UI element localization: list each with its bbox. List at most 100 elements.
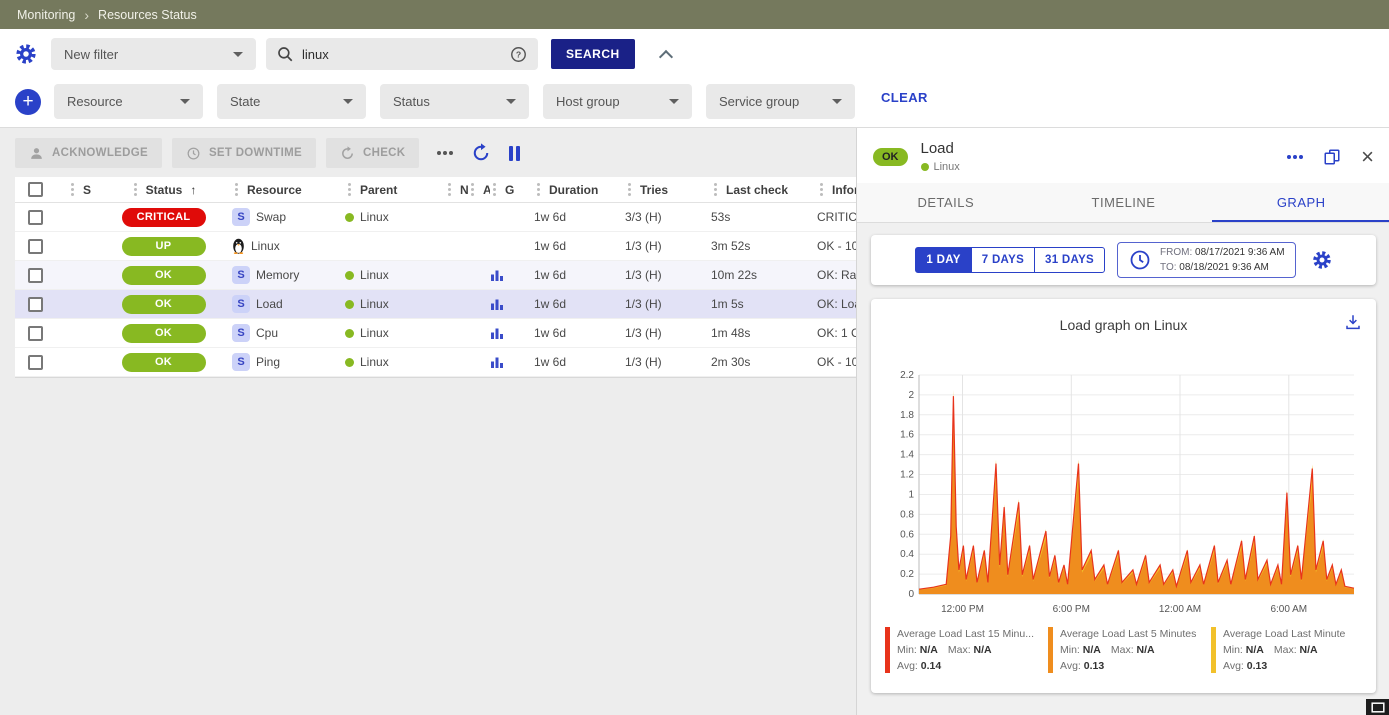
search-input[interactable] xyxy=(302,47,501,62)
drag-handle-icon[interactable] xyxy=(820,188,823,191)
resources-table: SStatus↑ResourceParentNAG Duration TriesLa… xyxy=(15,177,856,378)
max-label: Max: xyxy=(1274,644,1297,656)
filter-criteria-state[interactable]: State xyxy=(217,84,366,119)
column-header-n[interactable]: N xyxy=(445,183,468,197)
tab-graph[interactable]: GRAPH xyxy=(1212,183,1389,222)
drag-handle-icon[interactable] xyxy=(537,188,540,191)
sort-asc-icon[interactable]: ↑ xyxy=(190,183,196,197)
help-icon[interactable]: ? xyxy=(509,45,528,64)
panel-subtitle-label: Linux xyxy=(934,161,960,173)
column-header-s[interactable]: S xyxy=(55,183,105,197)
search-box[interactable]: ? xyxy=(266,38,538,70)
row-resource-cell[interactable]: SSwap xyxy=(222,208,335,226)
chevron-down-icon xyxy=(233,52,243,57)
row-resource-cell[interactable]: SMemory xyxy=(222,266,335,284)
panel-more-icon[interactable] xyxy=(1287,155,1291,159)
duration-value: 1w 6d xyxy=(534,326,566,340)
filter-settings-gear-icon[interactable] xyxy=(15,43,37,65)
drag-handle-icon[interactable] xyxy=(348,188,351,191)
graph-settings-gear-icon[interactable] xyxy=(1312,250,1332,270)
copy-link-icon[interactable] xyxy=(1323,148,1341,166)
filter-criteria-status[interactable]: Status xyxy=(380,84,529,119)
column-header-parent[interactable]: Parent xyxy=(335,183,445,197)
pause-autorefresh-icon[interactable] xyxy=(509,146,520,161)
duration-value: 1w 6d xyxy=(534,297,566,311)
status-badge[interactable]: OK xyxy=(122,266,206,285)
saved-filter-select[interactable]: New filter xyxy=(51,38,256,70)
status-badge[interactable]: OK xyxy=(122,324,206,343)
table-row[interactable]: CRITICALSSwapLinux1w 6d3/3 (H)53sCRITIC xyxy=(15,203,856,232)
toolbar-button-acknowledge[interactable]: ACKNOWLEDGE xyxy=(15,138,162,168)
download-graph-icon[interactable] xyxy=(1344,313,1362,331)
drag-handle-icon[interactable] xyxy=(493,188,496,191)
column-header-duration[interactable]: Duration xyxy=(520,183,615,197)
toolbar-button-check[interactable]: CHECK xyxy=(326,138,419,168)
svg-text:?: ? xyxy=(516,49,521,59)
range-button-1-day[interactable]: 1 DAY xyxy=(915,247,971,273)
legend-item-average-load-last-15-minu[interactable]: Average Load Last 15 Minu...Min: N/AMax:… xyxy=(885,627,1036,674)
tab-timeline[interactable]: TIMELINE xyxy=(1035,183,1213,222)
filter-criteria-host-group[interactable]: Host group xyxy=(543,84,692,119)
drag-handle-icon[interactable] xyxy=(628,188,631,191)
close-panel-icon[interactable]: × xyxy=(1361,148,1374,166)
drag-handle-icon[interactable] xyxy=(71,188,74,191)
row-checkbox[interactable] xyxy=(28,210,43,225)
status-badge[interactable]: UP xyxy=(122,237,206,256)
filter-criteria-resource[interactable]: Resource xyxy=(54,84,203,119)
table-row[interactable]: OKSCpuLinux1w 6d1/3 (H)1m 48sOK: 1 C xyxy=(15,319,856,348)
tab-details[interactable]: DETAILS xyxy=(857,183,1035,222)
drag-handle-icon[interactable] xyxy=(448,188,451,191)
legend-item-average-load-last-5-minutes[interactable]: Average Load Last 5 MinutesMin: N/AMax: … xyxy=(1048,627,1199,674)
row-checkbox[interactable] xyxy=(28,268,43,283)
clear-filters-button[interactable]: CLEAR xyxy=(881,90,928,105)
load-graph-chart[interactable]: 00.20.40.60.811.21.41.61.822.212:00 PM6:… xyxy=(885,365,1362,620)
range-button-7-days[interactable]: 7 DAYS xyxy=(971,247,1035,273)
column-header-resource[interactable]: Resource xyxy=(222,183,335,197)
breadcrumb-item-monitoring[interactable]: Monitoring xyxy=(17,8,75,22)
drag-handle-icon[interactable] xyxy=(134,188,137,191)
row-checkbox[interactable] xyxy=(28,239,43,254)
graph-icon[interactable] xyxy=(490,297,504,311)
table-row[interactable]: OKSLoadLinux1w 6d1/3 (H)1m 5sOK: Loa xyxy=(15,290,856,319)
row-checkbox[interactable] xyxy=(28,326,43,341)
column-header-tries[interactable]: Tries xyxy=(615,183,695,197)
breadcrumb-item-resources-status[interactable]: Resources Status xyxy=(98,8,197,22)
column-header-last_check[interactable]: Last check xyxy=(695,183,805,197)
graph-icon[interactable] xyxy=(490,355,504,369)
date-range-picker[interactable]: FROM: 08/17/2021 9:36 AM TO: 08/18/2021 … xyxy=(1117,242,1296,278)
column-header-select[interactable] xyxy=(15,182,55,197)
add-filter-plus-button[interactable]: + xyxy=(15,89,41,115)
more-actions-icon[interactable] xyxy=(437,151,441,155)
status-badge[interactable]: CRITICAL xyxy=(122,208,206,227)
filter-criteria-service-group[interactable]: Service group xyxy=(706,84,855,119)
drag-handle-icon[interactable] xyxy=(714,188,717,191)
column-header-information[interactable]: Information xyxy=(805,183,856,197)
status-badge[interactable]: OK xyxy=(122,295,206,314)
row-checkbox[interactable] xyxy=(28,297,43,312)
graph-icon[interactable] xyxy=(490,326,504,340)
fullscreen-icon[interactable] xyxy=(1366,699,1389,715)
drag-handle-icon[interactable] xyxy=(235,188,238,191)
legend-item-average-load-last-minute[interactable]: Average Load Last MinuteMin: N/AMax: N/A… xyxy=(1211,627,1362,674)
row-resource-cell[interactable]: SPing xyxy=(222,353,335,371)
drag-handle-icon[interactable] xyxy=(471,188,474,191)
row-resource-cell[interactable]: SCpu xyxy=(222,324,335,342)
column-header-status[interactable]: Status↑ xyxy=(105,183,222,197)
search-button[interactable]: SEARCH xyxy=(551,39,635,69)
graph-icon[interactable] xyxy=(490,268,504,282)
row-checkbox[interactable] xyxy=(28,355,43,370)
row-resource-cell[interactable]: SLoad xyxy=(222,295,335,313)
table-row[interactable]: UPLinux1w 6d1/3 (H)3m 52sOK - 10 xyxy=(15,232,856,261)
status-badge[interactable]: OK xyxy=(122,353,206,372)
table-row[interactable]: OKSMemoryLinux1w 6d1/3 (H)10m 22sOK: Ra xyxy=(15,261,856,290)
column-header-g[interactable]: G xyxy=(490,183,520,197)
column-header-a[interactable]: A xyxy=(468,183,490,197)
toolbar-button-set-downtime[interactable]: SET DOWNTIME xyxy=(172,138,316,168)
table-row[interactable]: OKSPingLinux1w 6d1/3 (H)2m 30sOK - 10 xyxy=(15,348,856,377)
row-resource-cell[interactable]: Linux xyxy=(222,238,335,254)
collapse-filters-chevron-up-icon[interactable] xyxy=(659,49,673,63)
column-label: Duration xyxy=(549,183,598,197)
select-all-checkbox[interactable] xyxy=(28,182,43,197)
refresh-icon[interactable] xyxy=(471,143,491,163)
range-button-31-days[interactable]: 31 DAYS xyxy=(1034,247,1105,273)
